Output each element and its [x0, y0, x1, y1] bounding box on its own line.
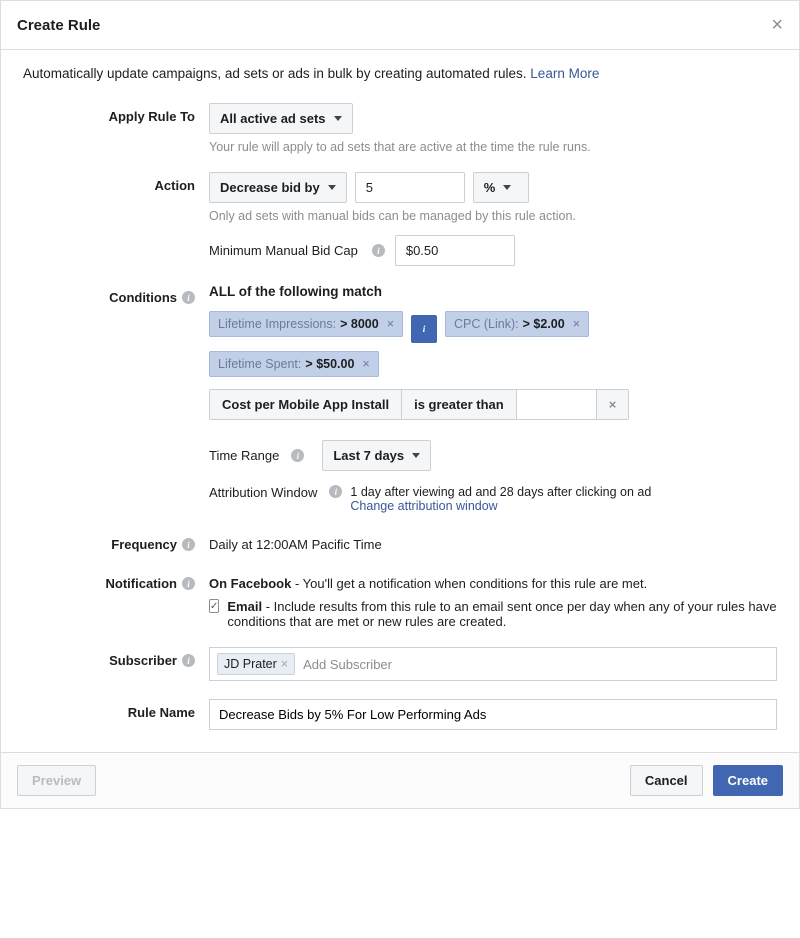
condition-chip[interactable]: CPC (Link): > $2.00 × — [445, 311, 589, 337]
time-range-dropdown[interactable]: Last 7 days — [322, 440, 431, 471]
conditions-label: Conditions — [109, 290, 177, 305]
apply-rule-label: Apply Rule To — [23, 103, 209, 124]
chevron-down-icon — [412, 453, 420, 458]
action-dropdown[interactable]: Decrease bid by — [209, 172, 347, 203]
chevron-down-icon — [334, 116, 342, 121]
rule-name-label: Rule Name — [23, 699, 209, 720]
chevron-down-icon — [328, 185, 336, 190]
apply-rule-dropdown[interactable]: All active ad sets — [209, 103, 353, 134]
subscriber-label: Subscriber — [109, 653, 177, 668]
action-amount-input[interactable]: 5 — [355, 172, 465, 203]
preview-button[interactable]: Preview — [17, 765, 96, 796]
notification-email: Email - Include results from this rule t… — [227, 599, 777, 629]
chip-metric: Lifetime Spent: — [218, 357, 301, 371]
attribution-label: Attribution Window — [209, 485, 317, 500]
action-unit-value: % — [484, 180, 496, 195]
email-checkbox[interactable] — [209, 599, 219, 613]
info-icon[interactable]: i — [372, 244, 385, 257]
action-value: Decrease bid by — [220, 180, 320, 195]
remove-chip-icon[interactable]: × — [362, 357, 369, 371]
subscriber-input[interactable]: JD Prater × Add Subscriber — [209, 647, 777, 681]
apply-rule-helper: Your rule will apply to ad sets that are… — [209, 140, 777, 154]
subscriber-chip[interactable]: JD Prater × — [217, 653, 295, 675]
notification-facebook: On Facebook - You'll get a notification … — [209, 576, 777, 591]
info-icon[interactable]: i — [329, 485, 342, 498]
create-button[interactable]: Create — [713, 765, 783, 796]
learn-more-link[interactable]: Learn More — [530, 66, 599, 81]
frequency-label: Frequency — [111, 537, 177, 552]
min-bid-input[interactable]: $0.50 — [395, 235, 515, 266]
intro-text: Automatically update campaigns, ad sets … — [23, 66, 777, 81]
action-unit-dropdown[interactable]: % — [473, 172, 529, 203]
info-icon[interactable]: i — [182, 577, 195, 590]
apply-rule-value: All active ad sets — [220, 111, 326, 126]
action-helper: Only ad sets with manual bids can be man… — [209, 209, 777, 223]
change-attribution-link[interactable]: Change attribution window — [350, 499, 651, 513]
min-bid-label: Minimum Manual Bid Cap — [209, 243, 358, 258]
condition-chip[interactable]: Lifetime Spent: > $50.00 × — [209, 351, 379, 377]
frequency-value: Daily at 12:00AM Pacific Time — [209, 531, 777, 552]
close-icon[interactable]: × — [771, 15, 783, 35]
builder-remove-icon[interactable]: × — [597, 390, 629, 419]
dialog-title: Create Rule — [17, 17, 100, 34]
condition-builder: Cost per Mobile App Install is greater t… — [209, 389, 629, 420]
action-label: Action — [23, 172, 209, 193]
chip-metric: CPC (Link): — [454, 317, 519, 331]
notification-label: Notification — [106, 576, 178, 591]
cancel-button[interactable]: Cancel — [630, 765, 703, 796]
remove-chip-icon[interactable]: × — [573, 317, 580, 331]
chevron-down-icon — [503, 185, 511, 190]
builder-metric-select[interactable]: Cost per Mobile App Install — [210, 390, 402, 419]
remove-chip-icon[interactable]: × — [387, 317, 394, 331]
intro-description: Automatically update campaigns, ad sets … — [23, 66, 527, 81]
subscriber-placeholder: Add Subscriber — [303, 657, 392, 672]
conditions-heading: ALL of the following match — [209, 284, 777, 299]
remove-subscriber-icon[interactable]: × — [281, 657, 288, 671]
attribution-text: 1 day after viewing ad and 28 days after… — [350, 485, 651, 499]
rule-name-input[interactable] — [209, 699, 777, 730]
condition-chip[interactable]: Lifetime Impressions: > 8000 × — [209, 311, 403, 337]
info-icon[interactable]: i — [182, 654, 195, 667]
builder-value-input[interactable] — [517, 390, 597, 419]
chip-metric: Lifetime Impressions: — [218, 317, 336, 331]
builder-op-select[interactable]: is greater than — [402, 390, 517, 419]
info-icon[interactable]: i — [182, 291, 195, 304]
info-icon[interactable]: i — [411, 315, 437, 343]
time-range-value: Last 7 days — [333, 448, 404, 463]
info-icon[interactable]: i — [182, 538, 195, 551]
info-icon[interactable]: i — [291, 449, 304, 462]
time-range-label: Time Range — [209, 448, 279, 463]
